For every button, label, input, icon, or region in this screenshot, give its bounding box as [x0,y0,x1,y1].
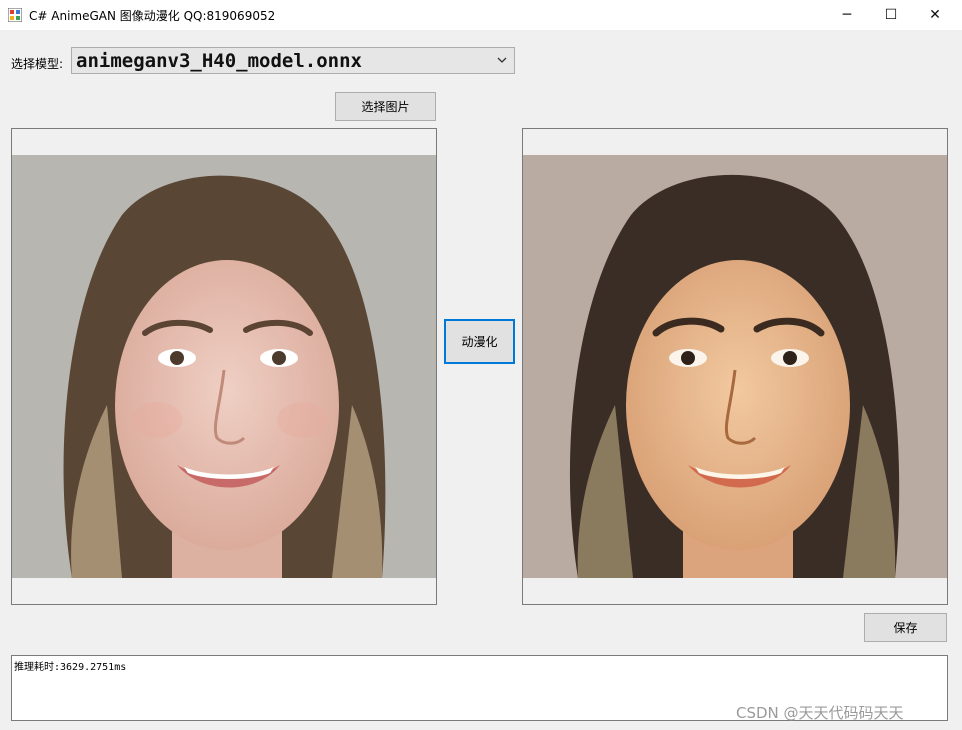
chevron-down-icon [497,57,507,63]
minimize-icon: ─ [842,7,852,23]
close-icon: ✕ [929,7,941,23]
csdn-watermark: CSDN @天天代码码天天 [736,704,904,722]
maximize-button[interactable]: ☐ [868,0,914,30]
app-icon [8,8,22,22]
window-title: C# AnimeGAN 图像动漫化 QQ:819069052 [29,9,276,23]
source-face-photo [12,155,436,578]
save-label: 保存 [893,621,918,635]
model-select-value: animeganv3_H40_model.onnx [76,50,362,72]
animate-label: 动漫化 [461,335,498,349]
save-button[interactable]: 保存 [864,613,947,642]
select-image-button[interactable]: 选择图片 [335,92,436,121]
source-image-box [11,128,437,605]
model-select[interactable]: animeganv3_H40_model.onnx [71,47,515,74]
title-bar: C# AnimeGAN 图像动漫化 QQ:819069052 ─ ☐ ✕ [0,0,962,30]
inference-time-text: 推理耗时:3629.2751ms [14,662,127,673]
close-button[interactable]: ✕ [912,0,958,30]
model-label: 选择模型: [11,57,64,71]
select-image-label: 选择图片 [361,100,410,114]
maximize-icon: ☐ [884,7,898,23]
result-image-box [522,128,948,605]
animate-button[interactable]: 动漫化 [444,319,515,364]
minimize-button[interactable]: ─ [824,0,870,30]
result-anime-photo [523,155,947,578]
